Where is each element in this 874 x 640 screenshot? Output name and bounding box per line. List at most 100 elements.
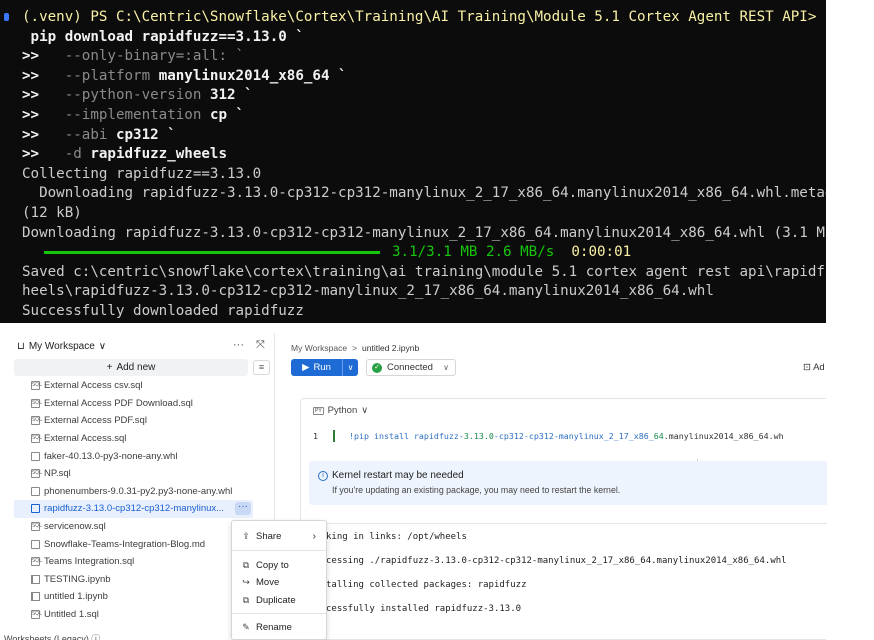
output-divider: [301, 523, 827, 524]
file-name: External Access PDF.sql: [44, 415, 147, 427]
run-button[interactable]: ▶ Run ∨: [291, 359, 358, 376]
terminal-text: cp `: [209, 106, 245, 123]
worksheets-legacy-section[interactable]: Worksheets (Legacy) ⓘ: [0, 632, 100, 640]
connected-label: Connected: [387, 362, 433, 373]
file-item[interactable]: SQL External Access PDF.sql: [14, 412, 272, 430]
breadcrumb-separator: >: [352, 343, 358, 353]
more-options-icon[interactable]: ···: [233, 339, 244, 352]
chevron-right-icon: ›: [312, 530, 316, 542]
play-icon: ▶: [302, 362, 310, 373]
menu-divider: [232, 550, 326, 551]
output-line: cessing ./rapidfuzz-3.13.0-cp312-cp312-m…: [326, 556, 787, 566]
cell-language-selector[interactable]: PY Python ∨: [313, 405, 368, 416]
output-line: talling collected packages: rapidfuzz: [326, 580, 527, 590]
terminal-text: 312 `: [209, 87, 253, 104]
terminal-line: Collecting rapidfuzz==3.13.0: [22, 165, 826, 185]
file-item[interactable]: SQL External Access csv.sql: [14, 377, 272, 395]
packages-icon: ⊡: [803, 362, 811, 373]
terminal-line: >> --platform manylinux2014_x86_64 `: [22, 67, 826, 87]
sort-icon[interactable]: ≡: [253, 360, 270, 375]
terminal-line: >> --abi cp312 `: [22, 126, 826, 146]
file-icon: [31, 504, 40, 514]
breadcrumb-workspace[interactable]: My Workspace: [291, 343, 347, 353]
terminal-text: rapidfuzz_wheels: [90, 146, 228, 163]
terminal-text: Successfully downloaded rapidfuzz: [22, 302, 304, 319]
file-item[interactable]: rapidfuzz-3.13.0-cp312-cp312-manylinux..…: [14, 500, 253, 518]
menu-item-share[interactable]: ⇪ Share ›: [232, 528, 326, 544]
file-item[interactable]: faker-40.13.0-py3-none-any.whl: [14, 447, 272, 465]
file-item[interactable]: SQL External Access.sql: [14, 430, 272, 448]
terminal-line: pip download rapidfuzz==3.13.0 `: [22, 28, 826, 48]
file-name: External Access csv.sql: [44, 380, 143, 392]
terminal-text: (.venv) PS C:\Centric\Snowflake\Cortex\T…: [22, 9, 825, 25]
connection-status-button[interactable]: ✓ Connected ∨: [366, 359, 456, 376]
sql-file-icon: SQL: [31, 416, 42, 426]
terminal-text: --platform: [64, 67, 159, 84]
top-right-label: Ad: [813, 362, 825, 373]
terminal-text: 0:00:01: [571, 244, 632, 261]
menu-item-move[interactable]: ↪ Move: [232, 574, 326, 590]
line-number: 1: [313, 431, 318, 441]
file-item[interactable]: phonenumbers-9.0.31-py2.py3-none-any.whl: [14, 483, 272, 501]
download-progress-bar: [44, 250, 380, 254]
notebook-cell[interactable]: —— + —— PY Python ∨ 1 !pip install rapid…: [300, 398, 827, 640]
terminal-text: heels\rapidfuzz-3.13.0-cp312-cp312-manyl…: [22, 283, 714, 300]
kernel-notice-message: If you're updating an existing package, …: [332, 485, 621, 495]
kernel-restart-notice: i Kernel restart may be needed If you're…: [309, 461, 827, 505]
terminal-line: Downloading rapidfuzz-3.13.0-cp312-cp312…: [22, 184, 826, 204]
workspace-title: My Workspace: [28, 341, 95, 352]
workspace-selector[interactable]: ⊔ My Workspace ∨: [17, 341, 106, 352]
collapse-icon[interactable]: ⤧: [256, 339, 265, 352]
file-icon: [31, 451, 40, 461]
terminal-line: Downloading rapidfuzz-3.13.0-cp312-cp312…: [22, 224, 826, 244]
prompt-marker: [4, 13, 9, 21]
run-main[interactable]: ▶ Run: [291, 359, 343, 376]
file-name: NP.sql: [44, 468, 71, 480]
terminal-text: --only-binary=:all: `: [64, 48, 245, 65]
terminal-text: >>: [22, 67, 65, 84]
line-gutter-bar: [333, 430, 335, 442]
run-dropdown-chevron-icon[interactable]: ∨: [343, 363, 358, 372]
menu-item-copy-to[interactable]: ⧉ Copy to: [232, 557, 326, 573]
chevron-down-icon: ∨: [361, 405, 369, 416]
code-editor-line[interactable]: 1 !pip install rapidfuzz-3.13.0-cp312-cp…: [313, 430, 784, 442]
top-right-action[interactable]: ⊡ Ad: [803, 362, 825, 373]
terminal-text: manylinux2014_x86_64 `: [158, 67, 347, 84]
add-new-button[interactable]: + Add new: [14, 359, 248, 376]
sql-file-icon: SQL: [31, 434, 42, 444]
terminal-text: (12 kB): [22, 204, 82, 221]
terminal-text: Collecting rapidfuzz==3.13.0: [22, 165, 262, 182]
pencil-icon: ✎: [242, 621, 250, 632]
file-item[interactable]: SQL External Access PDF Download.sql: [14, 395, 272, 413]
file-name: phonenumbers-9.0.31-py2.py3-none-any.whl: [44, 485, 233, 497]
file-context-menu: ⇪ Share › ⧉ Copy to ↪ Move ⧉ Duplicate ✎…: [231, 520, 327, 640]
file-icon: [31, 486, 40, 496]
sql-file-icon: SQL: [31, 469, 42, 479]
sql-file-icon: SQL: [31, 398, 42, 408]
file-more-options-icon[interactable]: ···: [235, 502, 251, 516]
info-icon: i: [318, 470, 328, 481]
terminal-line: >> -d rapidfuzz_wheels: [22, 145, 826, 165]
terminal-line: (.venv) PS C:\Centric\Snowflake\Cortex\T…: [22, 8, 826, 28]
terminal-text: >>: [22, 126, 65, 143]
file-item[interactable]: SQL NP.sql: [14, 465, 272, 483]
menu-item-rename[interactable]: ✎ Rename: [232, 619, 326, 635]
output-line: cessfully installed rapidfuzz-3.13.0: [326, 604, 522, 614]
notebook-file-icon: [31, 592, 40, 602]
check-circle-icon: ✓: [372, 362, 382, 373]
sql-file-icon: SQL: [31, 610, 42, 620]
chevron-down-icon: ∨: [443, 363, 449, 372]
terminal-text: Saved c:\centric\snowflake\cortex\traini…: [22, 263, 826, 280]
terminal-text: 3.1/3.1 MB 2.6 MB/s: [392, 244, 572, 261]
menu-item-duplicate[interactable]: ⧉ Duplicate: [232, 592, 326, 608]
terminal-line: Successfully downloaded rapidfuzz: [22, 302, 826, 322]
code-text: !pip install rapidfuzz-3.13.0-cp312-cp31…: [349, 431, 784, 441]
terminal-window[interactable]: (.venv) PS C:\Centric\Snowflake\Cortex\T…: [0, 0, 826, 323]
breadcrumb: My Workspace > untitled 2.ipynb: [291, 343, 419, 353]
file-name: Snowflake-Teams-Integration-Blog.md: [44, 538, 206, 550]
terminal-line: heels\rapidfuzz-3.13.0-cp312-cp312-manyl…: [22, 282, 826, 302]
chevron-down-icon: ∨: [98, 341, 107, 352]
file-name: servicenow.sql: [44, 521, 106, 533]
terminal-text: >>: [22, 87, 65, 104]
terminal-text: --python-version: [64, 87, 210, 104]
